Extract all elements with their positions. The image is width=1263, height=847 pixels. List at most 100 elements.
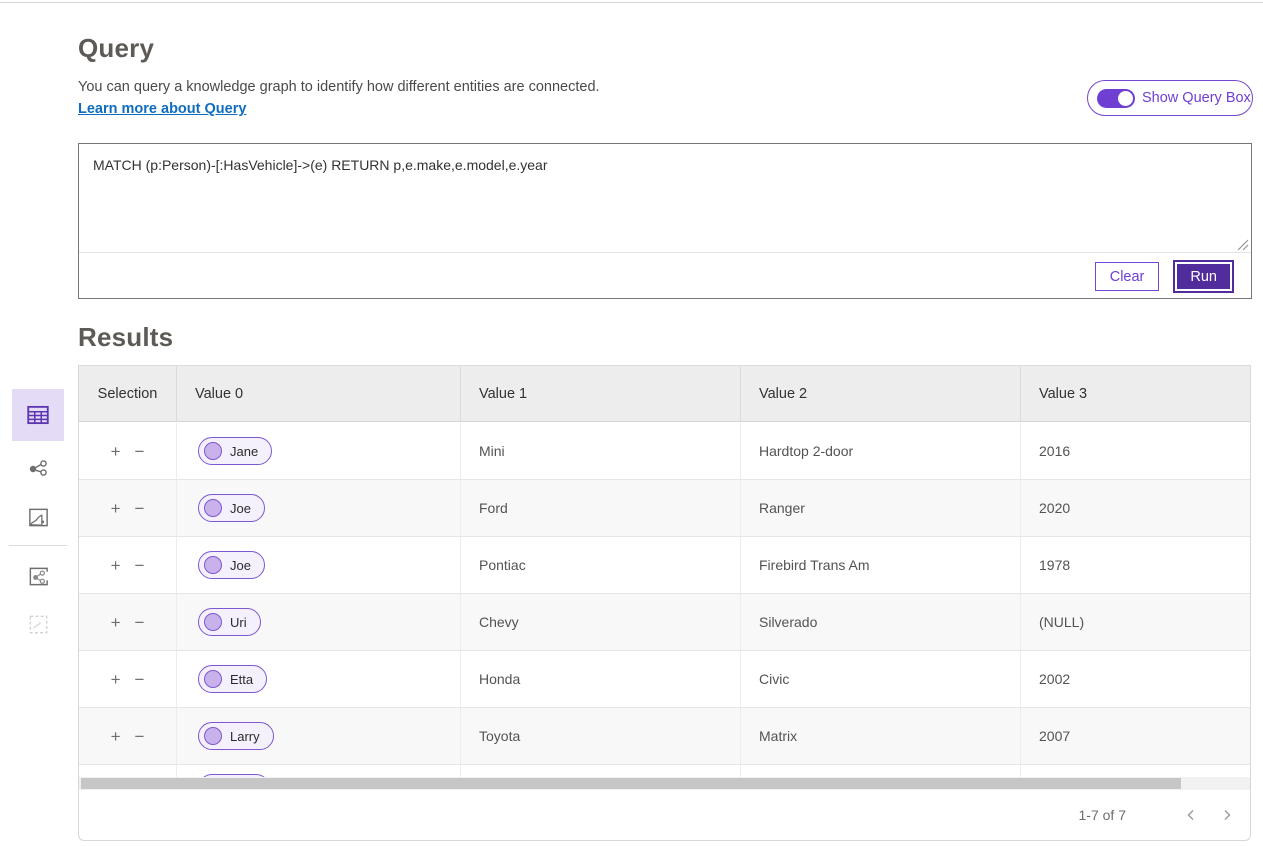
map-view-icon [27,506,50,529]
show-query-box-toggle[interactable]: Show Query Box [1087,80,1253,116]
query-actions-bar: Clear Run [79,254,1251,299]
person-cell [177,765,461,777]
remove-from-selection-button[interactable]: − [135,671,145,688]
remove-from-selection-button[interactable]: − [135,557,145,574]
remove-from-selection-button[interactable]: − [135,500,145,517]
table-row: + − Joe Pontiac Firebird Trans Am 1978 [79,537,1250,594]
selection-cell: + − [79,537,177,593]
column-header-value2[interactable]: Value 2 [741,366,1021,421]
table-view-tab[interactable] [12,389,64,441]
results-card: Selection Value 0 Value 1 Value 2 Value … [78,365,1251,841]
table-row: + − Uri Chevy Silverado (NULL) [79,594,1250,651]
person-chip[interactable]: Joe [198,494,265,522]
run-button[interactable]: Run [1175,262,1232,291]
year-cell: 2002 [1021,651,1250,707]
selection-cell [79,765,177,777]
query-input[interactable]: MATCH (p:Person)-[:HasVehicle]->(e) RETU… [79,144,1251,253]
entity-node-icon [204,727,222,745]
new-map-icon [27,613,50,636]
learn-more-link[interactable]: Learn more about Query [78,101,246,117]
chevron-left-icon[interactable] [1184,808,1198,822]
person-chip-label: Larry [230,729,260,744]
person-chip-label: Joe [230,501,251,516]
person-chip-label: Etta [230,672,253,687]
add-to-selection-button[interactable]: + [111,671,121,688]
selection-cell: + − [79,594,177,650]
toggle-knob [1118,91,1133,106]
view-switcher [12,389,64,652]
year-cell: 1978 [1021,537,1250,593]
new-map-tab[interactable] [12,604,64,644]
entity-node-icon [204,670,222,688]
model-cell: Silverado [741,594,1021,650]
person-chip-label: Jane [230,444,258,459]
model-cell: Ranger [741,480,1021,536]
person-cell: Uri [177,594,461,650]
results-table-body: + − Jane Mini Hardtop 2-door 2016 + − Jo… [79,423,1250,765]
entity-node-icon [204,499,222,517]
clear-button[interactable]: Clear [1095,262,1160,291]
entity-node-icon [204,442,222,460]
add-to-selection-button[interactable]: + [111,443,121,460]
person-chip[interactable]: Etta [198,665,267,693]
view-switcher-divider [9,545,67,546]
model-cell: Matrix [741,708,1021,764]
add-to-selection-button[interactable]: + [111,500,121,517]
pagination-label: 1-7 of 7 [1079,807,1126,823]
person-cell: Larry [177,708,461,764]
person-chip[interactable]: Jane [198,437,272,465]
entity-node-icon [204,556,222,574]
year-cell: 2016 [1021,423,1250,479]
person-cell: Joe [177,480,461,536]
query-box: MATCH (p:Person)-[:HasVehicle]->(e) RETU… [78,143,1252,299]
column-header-value0[interactable]: Value 0 [177,366,461,421]
toggle-label: Show Query Box [1142,90,1251,106]
selection-cell: + − [79,708,177,764]
make-cell: Honda [461,651,741,707]
horizontal-scrollbar[interactable] [79,777,1250,790]
person-cell: Etta [177,651,461,707]
resize-handle-icon[interactable] [1237,239,1249,251]
chevron-right-icon[interactable] [1220,808,1234,822]
selection-cell: + − [79,651,177,707]
make-cell: Ford [461,480,741,536]
toggle-switch-icon[interactable] [1097,89,1135,108]
make-cell: Mini [461,423,741,479]
add-to-selection-button[interactable]: + [111,557,121,574]
table-row: + − Jane Mini Hardtop 2-door 2016 [79,423,1250,480]
selection-cell: + − [79,480,177,536]
column-header-value3[interactable]: Value 3 [1021,366,1250,421]
model-cell: Hardtop 2-door [741,423,1021,479]
scrollbar-thumb[interactable] [81,778,1181,789]
table-row: + − Etta Honda Civic 2002 [79,651,1250,708]
query-heading: Query [78,33,154,64]
remove-from-selection-button[interactable]: − [135,443,145,460]
person-chip[interactable]: Joe [198,551,265,579]
column-header-value1[interactable]: Value 1 [461,366,741,421]
table-header-row: Selection Value 0 Value 1 Value 2 Value … [79,365,1250,422]
add-to-selection-button[interactable]: + [111,614,121,631]
top-divider [0,2,1263,3]
person-chip[interactable]: Uri [198,608,261,636]
year-cell: 2020 [1021,480,1250,536]
person-chip-label: Uri [230,615,247,630]
map-view-tab[interactable] [12,497,64,537]
person-chip-label: Joe [230,558,251,573]
make-cell: Pontiac [461,537,741,593]
table-row-partial [79,765,1250,777]
link-chart-view-icon [26,457,50,481]
model-cell: Firebird Trans Am [741,537,1021,593]
column-header-selection[interactable]: Selection [79,366,177,421]
add-to-selection-button[interactable]: + [111,728,121,745]
table-row: + − Joe Ford Ranger 2020 [79,480,1250,537]
results-heading: Results [78,322,173,353]
entity-node-icon [204,613,222,631]
link-chart-view-tab[interactable] [12,449,64,489]
year-cell: 2007 [1021,708,1250,764]
remove-from-selection-button[interactable]: − [135,614,145,631]
remove-from-selection-button[interactable]: − [135,728,145,745]
person-cell: Joe [177,537,461,593]
table-view-icon [25,402,51,428]
new-link-chart-tab[interactable] [12,556,64,596]
person-chip[interactable]: Larry [198,722,274,750]
